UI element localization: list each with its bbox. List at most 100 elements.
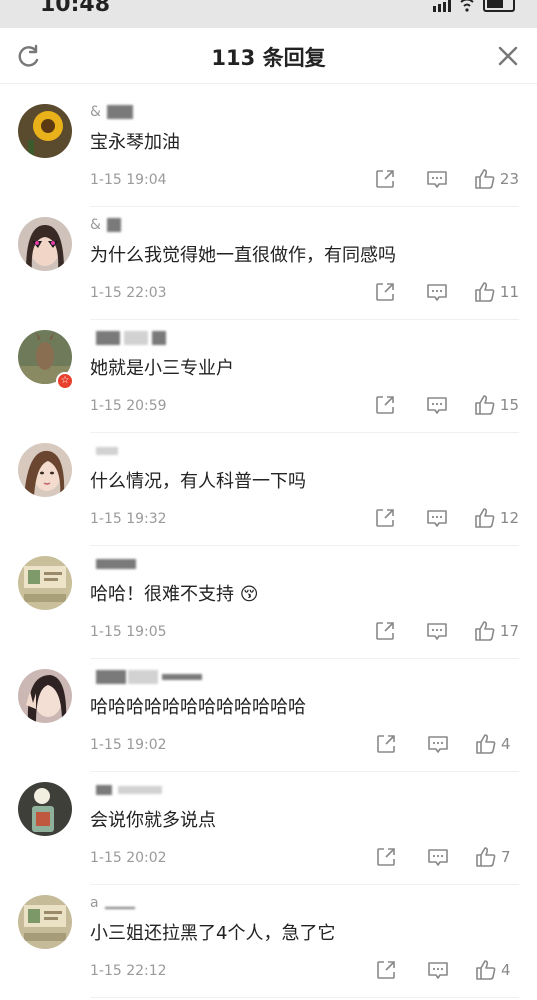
comment-item: a 小三姐还拉黑了4个人，急了它 1-15 22:12 4: [0, 885, 537, 998]
status-time: 10:48: [40, 0, 111, 17]
comment-text: 会说你就多说点: [90, 810, 216, 831]
masked-name: [118, 786, 162, 794]
reply-icon[interactable]: [427, 733, 449, 755]
share-icon[interactable]: [375, 846, 397, 868]
username[interactable]: &: [90, 104, 133, 120]
comment-time: 1-15 20:02: [90, 850, 167, 866]
comment-time: 1-15 19:32: [90, 511, 167, 527]
username-text: a: [90, 895, 99, 911]
reply-icon[interactable]: [426, 168, 448, 190]
username[interactable]: [90, 330, 166, 346]
avatar[interactable]: [18, 895, 72, 949]
avatar[interactable]: [18, 669, 72, 723]
comment-time: 1-15 22:03: [90, 285, 167, 301]
masked-name: [96, 559, 136, 569]
signal-icon: [433, 0, 451, 12]
like-button[interactable]: 11: [474, 281, 519, 303]
share-icon[interactable]: [374, 507, 396, 529]
username[interactable]: [90, 782, 162, 798]
username[interactable]: &: [90, 217, 121, 233]
comment-text: 什么情况，有人科普一下吗: [90, 471, 306, 492]
like-count: 4: [501, 735, 511, 753]
thumbs-up-icon: [476, 734, 496, 754]
share-icon[interactable]: [374, 281, 396, 303]
avatar[interactable]: [18, 104, 72, 158]
like-button[interactable]: 23: [474, 168, 519, 190]
username[interactable]: [90, 669, 202, 685]
status-bar: 10:48: [0, 0, 537, 28]
like-button[interactable]: 12: [474, 507, 519, 529]
masked-name: [96, 331, 120, 345]
comment-actions: 12: [344, 507, 519, 529]
avatar[interactable]: [18, 782, 72, 836]
like-button[interactable]: 4: [475, 959, 519, 981]
comment-time: 1-15 20:59: [90, 398, 167, 414]
sheet-header: 113 条回复: [0, 28, 537, 84]
masked-name: [162, 674, 202, 680]
reply-icon[interactable]: [426, 507, 448, 529]
avatar[interactable]: [18, 217, 72, 271]
comment-item: & 为什么我觉得她一直很做作，有同感吗 1-15 22:03 11: [0, 207, 537, 320]
share-icon[interactable]: [374, 168, 396, 190]
battery-icon: [483, 0, 515, 12]
thumbs-up-icon: [475, 169, 495, 189]
masked-name: [96, 785, 112, 795]
masked-name: [106, 105, 133, 119]
reply-icon[interactable]: [426, 620, 448, 642]
comment-time: 1-15 19:02: [90, 737, 167, 753]
like-button[interactable]: 15: [474, 394, 519, 416]
like-count: 11: [499, 283, 519, 301]
like-button[interactable]: 7: [475, 846, 519, 868]
comment-time: 1-15 19:04: [90, 172, 167, 188]
share-icon[interactable]: [374, 394, 396, 416]
comment-text: 哈哈哈哈哈哈哈哈哈哈哈哈: [90, 697, 306, 718]
masked-name: [152, 331, 166, 345]
share-icon[interactable]: [375, 733, 397, 755]
username[interactable]: a: [90, 895, 135, 911]
comment-actions: 23: [344, 168, 519, 190]
wifi-icon: [460, 0, 474, 12]
masked-name: [96, 447, 118, 455]
comment-item: 会说你就多说点 1-15 20:02 7: [0, 772, 537, 885]
comment-text: 小三姐还拉黑了4个人，急了它: [90, 923, 336, 944]
page-title: 113 条回复: [211, 46, 326, 70]
share-icon[interactable]: [375, 959, 397, 981]
like-button[interactable]: 17: [474, 620, 519, 642]
like-count: 15: [499, 396, 519, 414]
status-icons: [433, 0, 515, 12]
comment-actions: 11: [344, 281, 519, 303]
username[interactable]: [90, 556, 136, 572]
comment-actions: 7: [345, 846, 519, 868]
reply-icon[interactable]: [426, 394, 448, 416]
verified-badge: ☆: [56, 372, 74, 390]
comment-item: 哈哈！很难不支持 😚 1-15 19:05 17: [0, 546, 537, 659]
thumbs-up-icon: [475, 395, 495, 415]
reply-icon[interactable]: [427, 846, 449, 868]
like-count: 12: [499, 509, 519, 527]
thumbs-up-icon: [475, 508, 495, 528]
username[interactable]: [90, 443, 118, 459]
avatar[interactable]: [18, 556, 72, 610]
like-button[interactable]: 4: [475, 733, 519, 755]
thumbs-up-icon: [476, 960, 496, 980]
comment-item: 什么情况，有人科普一下吗 1-15 19:32 12: [0, 433, 537, 546]
comment-item: 哈哈哈哈哈哈哈哈哈哈哈哈 1-15 19:02 4: [0, 659, 537, 772]
comment-text: 宝永琴加油: [90, 132, 180, 153]
comment-item: ☆ 她就是小三专业户 1-15 20:59 15: [0, 320, 537, 433]
thumbs-up-icon: [476, 847, 496, 867]
reply-icon[interactable]: [427, 959, 449, 981]
comment-actions: 4: [345, 733, 519, 755]
comment-actions: 4: [345, 959, 519, 981]
like-count: 4: [501, 961, 511, 979]
reply-icon[interactable]: [426, 281, 448, 303]
masked-name: [104, 907, 135, 909]
avatar[interactable]: [18, 443, 72, 497]
masked-name: [124, 331, 148, 345]
username-text: &: [90, 217, 101, 233]
like-count: 23: [499, 170, 519, 188]
share-icon[interactable]: [374, 620, 396, 642]
comment-time: 1-15 22:12: [90, 963, 167, 979]
masked-name: [106, 218, 121, 232]
close-icon[interactable]: [495, 43, 521, 69]
comment-item: & 宝永琴加油 1-15 19:04 23: [0, 94, 537, 207]
